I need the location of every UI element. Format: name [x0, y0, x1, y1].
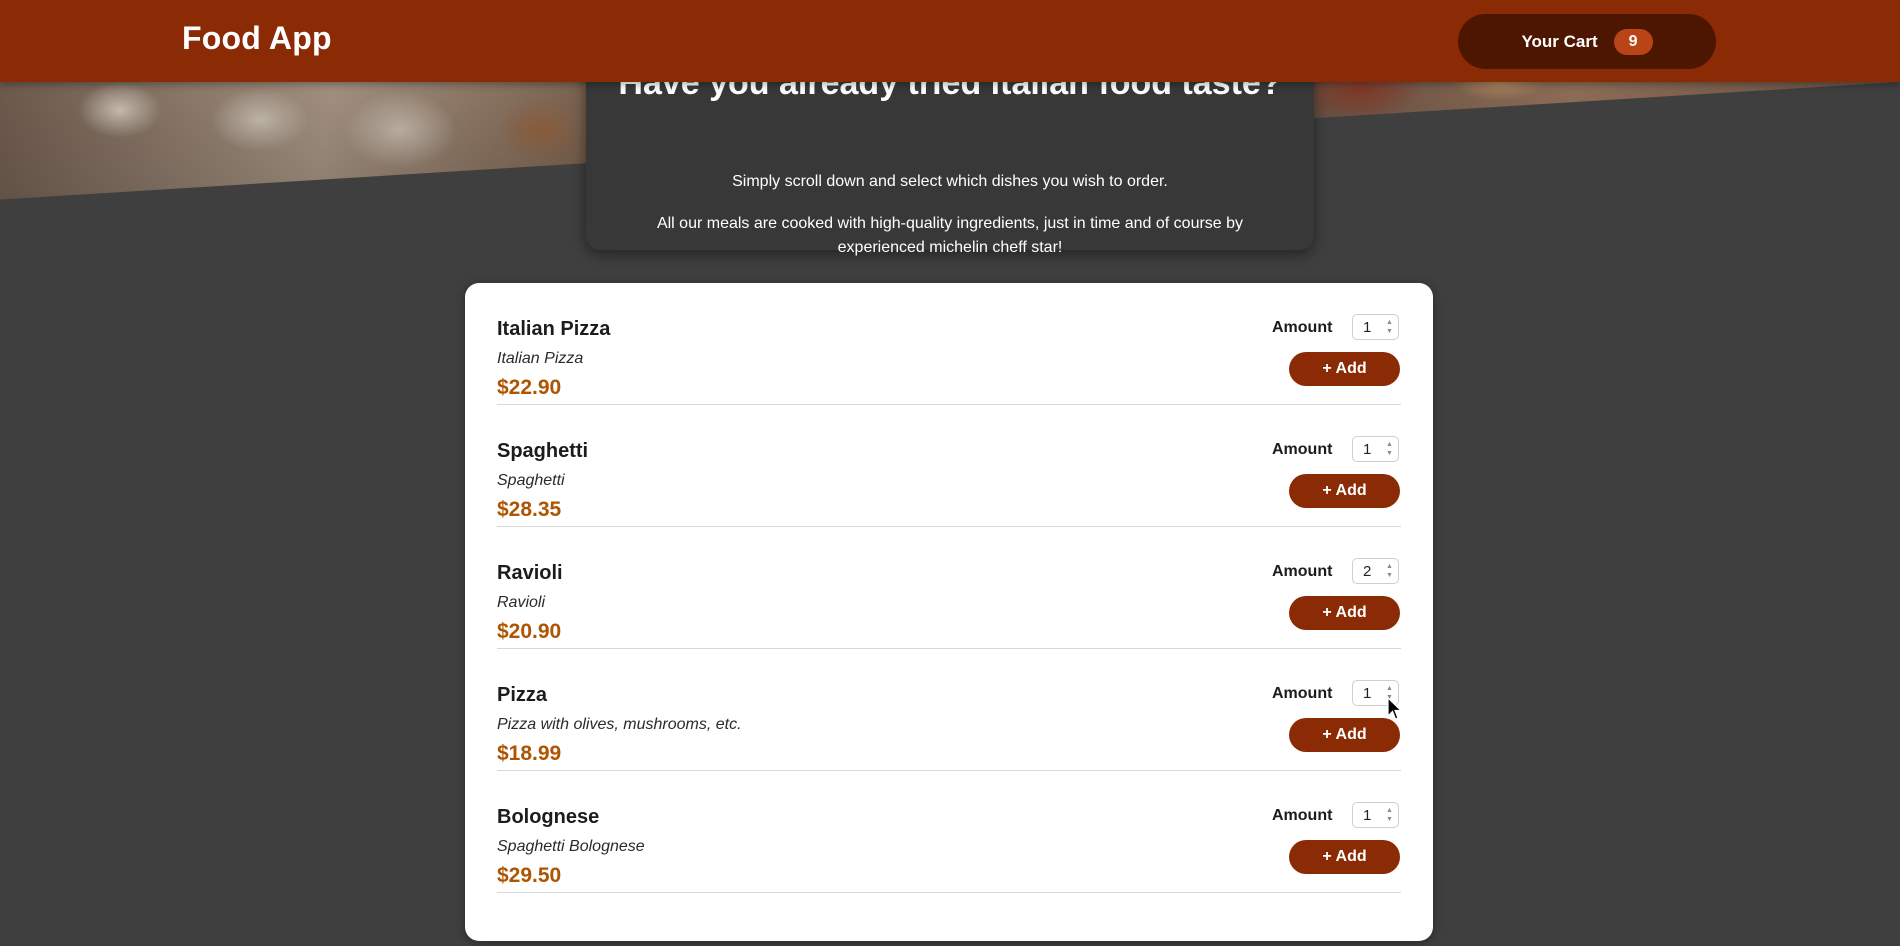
add-button[interactable]: + Add: [1289, 474, 1400, 508]
meal-name: Italian Pizza: [497, 318, 611, 340]
app-header: Food App Your Cart 9: [0, 0, 1900, 82]
amount-value: 1: [1363, 807, 1372, 824]
amount-input[interactable]: 1 ▲ ▼: [1352, 802, 1399, 828]
app-title: Food App: [182, 20, 332, 56]
amount-value: 1: [1363, 685, 1372, 702]
summary-text: Simply scroll down and select which dish…: [732, 173, 1168, 190]
meal-name: Bolognese: [497, 806, 600, 828]
cart-label: Your Cart: [1521, 31, 1598, 51]
meal-description: Ravioli: [497, 594, 546, 611]
meal-item: Pizza Pizza with olives, mushrooms, etc.…: [497, 649, 1401, 771]
meal-item: Ravioli Ravioli $20.90 Amount 2 ▲ ▼ + Add: [497, 527, 1401, 649]
number-spinner-icon[interactable]: ▲ ▼: [1384, 440, 1395, 458]
cart-count-badge: 9: [1613, 28, 1653, 55]
add-button[interactable]: + Add: [1289, 596, 1400, 630]
amount-input[interactable]: 1 ▲ ▼: [1352, 436, 1399, 462]
amount-input[interactable]: 1 ▲ ▼: [1352, 314, 1399, 340]
meal-description: Pizza with olives, mushrooms, etc.: [497, 716, 742, 733]
meal-description: Spaghetti: [497, 472, 565, 489]
number-spinner-icon[interactable]: ▲ ▼: [1384, 318, 1395, 336]
meal-item: Spaghetti Spaghetti $28.35 Amount 1 ▲ ▼ +…: [497, 405, 1401, 527]
meal-name: Spaghetti: [497, 440, 589, 462]
meal-price: $28.35: [497, 498, 562, 521]
amount-input[interactable]: 2 ▲ ▼: [1352, 558, 1399, 584]
add-button[interactable]: + Add: [1289, 840, 1400, 874]
amount-value: 1: [1363, 441, 1372, 458]
meal-description: Italian Pizza: [497, 350, 584, 367]
meal-name: Pizza: [497, 684, 548, 706]
meal-price: $18.99: [497, 742, 562, 765]
amount-label: Amount: [1272, 563, 1333, 580]
add-button[interactable]: + Add: [1289, 718, 1400, 752]
amount-value: 2: [1363, 563, 1372, 580]
mouse-pointer-icon: [1387, 697, 1403, 720]
meal-price: $22.90: [497, 376, 562, 399]
meal-name: Ravioli: [497, 562, 563, 584]
meals-list: Italian Pizza Italian Pizza $22.90 Amoun…: [465, 283, 1433, 941]
add-button[interactable]: + Add: [1289, 352, 1400, 386]
amount-label: Amount: [1272, 441, 1333, 458]
meal-price: $29.50: [497, 864, 562, 887]
cart-button[interactable]: Your Cart 9: [1458, 14, 1716, 69]
amount-value: 1: [1363, 319, 1372, 336]
meal-item: Italian Pizza Italian Pizza $22.90 Amoun…: [497, 283, 1401, 405]
meal-price: $20.90: [497, 620, 562, 643]
amount-label: Amount: [1272, 319, 1333, 336]
meal-item: Bolognese Spaghetti Bolognese $29.50 Amo…: [497, 771, 1401, 893]
number-spinner-icon[interactable]: ▲ ▼: [1384, 806, 1395, 824]
number-spinner-icon[interactable]: ▲ ▼: [1384, 562, 1395, 580]
meal-description: Spaghetti Bolognese: [497, 838, 645, 855]
summary-text: All our meals are cooked with high-quali…: [656, 215, 1244, 256]
amount-label: Amount: [1272, 685, 1333, 702]
amount-label: Amount: [1272, 807, 1333, 824]
